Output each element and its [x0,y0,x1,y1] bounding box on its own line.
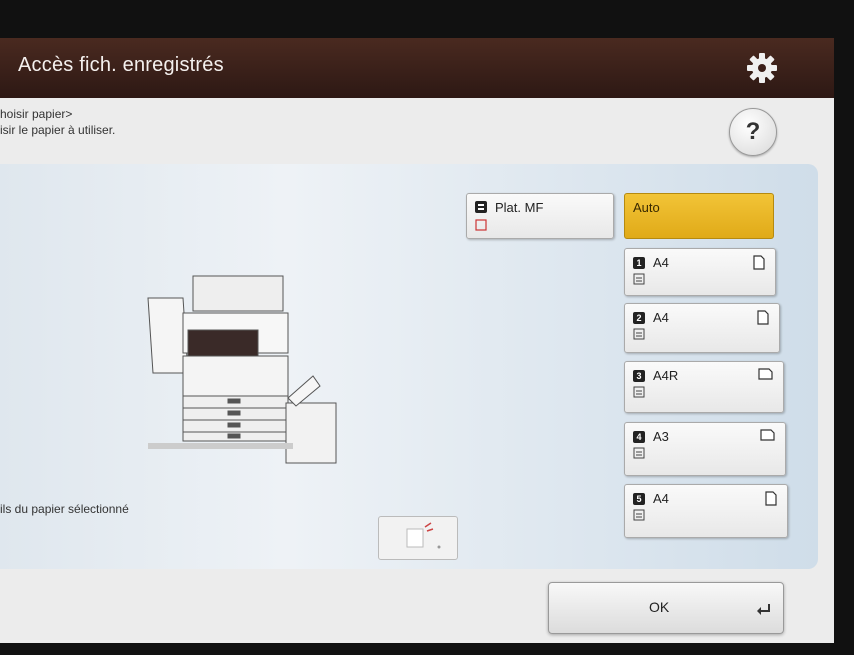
tray-2-button[interactable]: 2 A4 [624,303,780,353]
tray-5-button[interactable]: 5 A4 [624,484,788,538]
tray-number: 1 [633,257,645,269]
portrait-paper-icon [753,255,765,270]
tray-paper-size: A4R [653,368,679,383]
tray-paper-size: A4 [653,255,669,270]
tray-4-button[interactable]: 4 A3 [624,422,786,476]
paper-stack-icon [633,386,645,398]
touch-screen: Accès fich. enregistrés hoisir papier> i… [0,38,834,643]
enter-arrow-icon [757,604,770,615]
gear-icon [747,53,777,83]
ok-button[interactable]: OK [548,582,784,634]
empty-paper-icon [475,219,487,231]
printer-illustration [147,275,337,464]
paper-stack-icon [633,447,645,459]
paper-details-button[interactable] [378,516,458,560]
tray-number: 3 [633,370,645,382]
landscape-paper-icon [760,429,775,441]
mf-tray-icon [475,201,487,213]
paper-stack-icon [633,273,645,285]
portrait-paper-icon [765,491,777,506]
auto-paper-button[interactable]: Auto [624,193,774,239]
mf-tray-button[interactable]: Plat. MF [466,193,614,239]
question-mark-icon: ? [745,118,761,145]
tray-1-button[interactable]: 1 A4 [624,248,776,296]
ok-label: OK [649,599,670,615]
portrait-paper-icon [757,310,769,325]
instruction-line-1: hoisir papier> [0,107,73,121]
page-title: Accès fich. enregistrés [18,54,224,76]
tray-paper-size: A3 [653,429,669,444]
title-bar: Accès fich. enregistrés [0,38,834,98]
auto-label: Auto [633,200,660,215]
tray-3-button[interactable]: 3 A4R [624,361,784,413]
tray-paper-size: A4 [653,491,669,506]
instruction-line-2: isir le papier à utiliser. [0,123,116,137]
instructions: hoisir papier> isir le papier à utiliser… [0,106,115,138]
selected-paper-details-label: ils du papier sélectionné [0,502,129,516]
tray-number: 4 [633,431,645,443]
mf-tray-label: Plat. MF [495,200,544,215]
help-button[interactable]: ? [729,108,777,156]
paper-info-icon [406,522,441,549]
paper-stack-icon [633,328,645,340]
tray-paper-size: A4 [653,310,669,325]
tray-number: 5 [633,493,645,505]
paper-stack-icon [633,509,645,521]
settings-button[interactable] [742,48,782,88]
landscape-paper-icon [758,368,773,380]
tray-number: 2 [633,312,645,324]
